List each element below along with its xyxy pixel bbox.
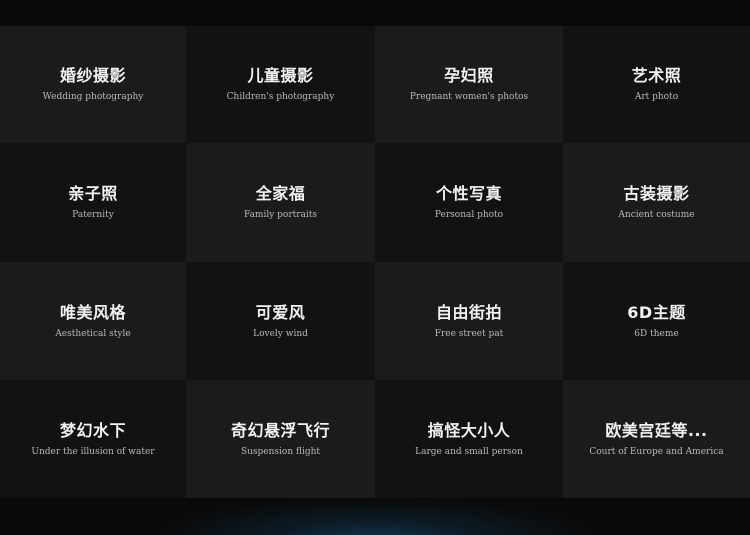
category-title: 婚纱摄影 xyxy=(59,66,126,85)
category-subtitle: Family portraits xyxy=(243,210,318,220)
category-page: 婚纱摄影 Wedding photography 儿童摄影 Children's… xyxy=(0,0,750,535)
category-subtitle: Ancient costume xyxy=(618,210,695,220)
top-bar xyxy=(0,0,750,26)
category-title: 可爱风 xyxy=(255,302,306,322)
category-tile-aesthetical[interactable]: 唯美风格 Aesthetical style xyxy=(0,262,186,380)
category-title: 梦幻水下 xyxy=(59,420,126,440)
category-title: 个性写真 xyxy=(435,184,502,203)
category-title: 孕妇照 xyxy=(444,66,494,85)
category-title: 奇幻悬浮飞行 xyxy=(230,420,330,440)
category-tile-art[interactable]: 艺术照 Art photo xyxy=(563,26,750,143)
category-subtitle: Paternity xyxy=(72,210,114,220)
category-title: 唯美风格 xyxy=(59,302,126,322)
category-title: 亲子照 xyxy=(68,184,118,203)
category-title: 古装摄影 xyxy=(623,184,690,203)
category-title: 自由街拍 xyxy=(435,302,502,322)
category-title: 6D主题 xyxy=(627,302,686,322)
category-subtitle: Large and small person xyxy=(415,446,523,457)
category-subtitle: Art photo xyxy=(634,92,679,102)
category-tile-large-small[interactable]: 搞怪大小人 Large and small person xyxy=(375,380,563,498)
category-tile-suspension[interactable]: 奇幻悬浮飞行 Suspension flight xyxy=(186,380,375,498)
category-subtitle: Aesthetical style xyxy=(55,328,131,339)
category-subtitle: Under the illusion of water xyxy=(31,446,155,457)
category-subtitle: Pregnant women's photos xyxy=(409,92,529,102)
category-tile-children[interactable]: 儿童摄影 Children's photography xyxy=(186,26,375,143)
category-tile-lovely[interactable]: 可爱风 Lovely wind xyxy=(186,262,375,380)
category-tile-street[interactable]: 自由街拍 Free street pat xyxy=(375,262,563,380)
bottom-glow-decoration xyxy=(0,498,750,535)
category-tile-underwater[interactable]: 梦幻水下 Under the illusion of water xyxy=(0,380,186,498)
category-tile-court[interactable]: 欧美宫廷等... Court of Europe and America xyxy=(563,380,750,498)
category-tile-family[interactable]: 全家福 Family portraits xyxy=(186,143,375,262)
category-subtitle: Court of Europe and America xyxy=(589,446,724,457)
category-tile-wedding[interactable]: 婚纱摄影 Wedding photography xyxy=(0,26,186,143)
category-tile-personal[interactable]: 个性写真 Personal photo xyxy=(375,143,563,262)
category-subtitle: Wedding photography xyxy=(42,92,144,102)
category-subtitle: Suspension flight xyxy=(240,446,321,457)
category-subtitle: Lovely wind xyxy=(253,328,308,339)
category-title: 艺术照 xyxy=(631,66,682,85)
category-tile-paternity[interactable]: 亲子照 Paternity xyxy=(0,143,186,262)
category-tile-ancient[interactable]: 古装摄影 Ancient costume xyxy=(563,143,750,262)
category-title: 全家福 xyxy=(255,184,306,203)
category-subtitle: 6D theme xyxy=(634,328,679,339)
category-title: 搞怪大小人 xyxy=(427,420,511,440)
category-title: 欧美宫廷等... xyxy=(605,420,708,440)
category-tile-pregnant[interactable]: 孕妇照 Pregnant women's photos xyxy=(375,26,563,143)
category-subtitle: Free street pat xyxy=(434,328,504,339)
category-subtitle: Personal photo xyxy=(434,210,504,220)
category-subtitle: Children's photography xyxy=(226,92,335,102)
category-title: 儿童摄影 xyxy=(247,66,314,85)
category-tile-6d[interactable]: 6D主题 6D theme xyxy=(563,262,750,380)
